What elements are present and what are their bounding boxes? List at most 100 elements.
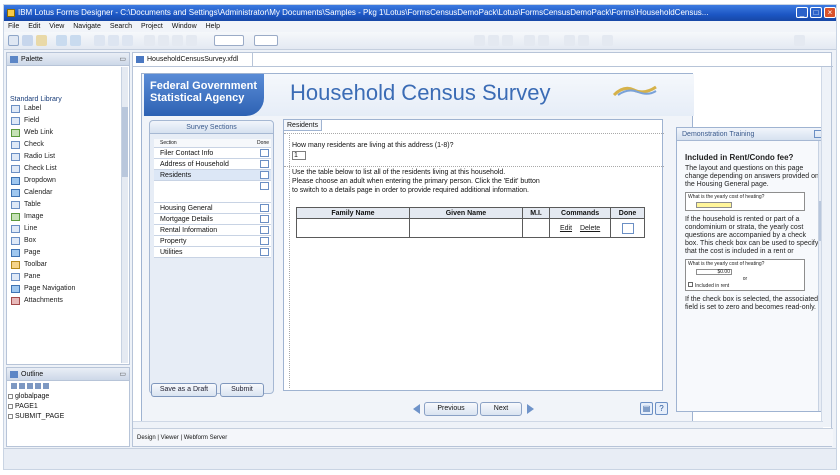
save-as-draft-button[interactable]: Save as a Draft [151, 383, 217, 397]
section-done-checkbox[interactable] [260, 215, 269, 223]
section-placeholder[interactable] [154, 181, 271, 203]
palette-item-attachments[interactable]: Attachments [7, 295, 129, 307]
done-checkbox[interactable] [621, 222, 634, 234]
new-icon[interactable] [8, 35, 19, 46]
palette-item-page[interactable]: Page [7, 247, 129, 259]
palette-item-check[interactable]: Check [7, 139, 129, 151]
submit-button[interactable]: Submit [220, 383, 264, 397]
italic-icon[interactable] [488, 35, 499, 46]
undo-icon[interactable] [56, 35, 67, 46]
menu-view[interactable]: View [49, 23, 64, 30]
redo-icon[interactable] [70, 35, 81, 46]
section-done-checkbox[interactable] [260, 237, 269, 245]
menu-navigate[interactable]: Navigate [73, 23, 101, 30]
palette-item-dropdown[interactable]: Dropdown [7, 175, 129, 187]
previous-arrow-icon[interactable] [410, 403, 422, 415]
palette-item-box[interactable]: Box [7, 235, 129, 247]
menu-file[interactable]: File [8, 23, 19, 30]
menu-edit[interactable]: Edit [28, 23, 40, 30]
section-done-checkbox[interactable] [260, 226, 269, 234]
sync-icon[interactable] [43, 383, 49, 389]
close-button[interactable]: × [824, 7, 836, 18]
next-arrow-icon[interactable] [525, 403, 537, 415]
section-done-checkbox[interactable] [260, 160, 269, 168]
expand-node-icon[interactable] [8, 394, 13, 399]
residents-tab[interactable]: Residents [284, 120, 323, 131]
fill-color-icon[interactable] [578, 35, 589, 46]
editor-horizontal-scrollbar[interactable] [133, 421, 823, 428]
palette-item-check-list[interactable]: Check List [7, 163, 129, 175]
underline-icon[interactable] [502, 35, 513, 46]
editor-vertical-scrollbar[interactable] [821, 67, 831, 427]
section-residents[interactable]: Residents [154, 170, 271, 181]
mi-cell[interactable] [521, 218, 551, 238]
back-icon[interactable] [27, 383, 33, 389]
previous-button[interactable]: Previous [424, 402, 478, 416]
palette-item-image[interactable]: Image [7, 211, 129, 223]
editor-tab[interactable]: HouseholdCensusSurvey.xfdl [133, 53, 253, 66]
text-align-icon[interactable] [524, 35, 535, 46]
grid-icon[interactable] [186, 35, 197, 46]
section-done-checkbox[interactable] [260, 171, 269, 179]
help-button[interactable]: ? [655, 402, 668, 415]
expand-icon[interactable] [19, 383, 25, 389]
align-left-icon[interactable] [144, 35, 155, 46]
forward-icon[interactable] [35, 383, 41, 389]
palette-item-line[interactable]: Line [7, 223, 129, 235]
menu-window[interactable]: Window [172, 23, 197, 30]
section-property[interactable]: Property [154, 236, 271, 247]
indent-icon[interactable] [538, 35, 549, 46]
copy-icon[interactable] [108, 35, 119, 46]
maximize-button[interactable]: □ [810, 7, 822, 18]
border-icon[interactable] [564, 35, 575, 46]
outline-item-submit-page[interactable]: SUBMIT_PAGE [7, 412, 129, 422]
scroll-thumb[interactable] [122, 107, 128, 177]
palette-item-table[interactable]: Table [7, 199, 129, 211]
palette-group-standard-library[interactable]: Standard Library [7, 66, 129, 103]
palette-item-web-link[interactable]: Web Link [7, 127, 129, 139]
palette-item-page-navigation[interactable]: Page Navigation [7, 283, 129, 295]
expand-node-icon[interactable] [8, 414, 13, 419]
section-utilities[interactable]: Utilities [154, 247, 271, 258]
collapse-icon[interactable] [11, 383, 17, 389]
resident-count-field[interactable]: 1 [292, 151, 306, 160]
section-rental-information[interactable]: Rental Information [154, 225, 271, 236]
palette-item-pane[interactable]: Pane [7, 271, 129, 283]
minimize-panel-icon[interactable]: ▭ [119, 368, 126, 381]
given-name-cell[interactable] [408, 218, 523, 238]
menu-help[interactable]: Help [206, 23, 220, 30]
family-name-cell[interactable] [296, 218, 410, 238]
minimize-button[interactable]: _ [796, 7, 808, 18]
next-button[interactable]: Next [480, 402, 522, 416]
palette-item-toolbar[interactable]: Toolbar [7, 259, 129, 271]
palette-item-label[interactable]: Label [7, 103, 129, 115]
section-mortgage-details[interactable]: Mortgage Details [154, 214, 271, 225]
align-right-icon[interactable] [172, 35, 183, 46]
print-icon[interactable] [36, 35, 47, 46]
palette-item-calendar[interactable]: Calendar [7, 187, 129, 199]
section-housing-general[interactable]: Housing General [154, 203, 271, 214]
font-select[interactable] [254, 35, 278, 46]
palette-item-radio-list[interactable]: Radio List [7, 151, 129, 163]
section-done-checkbox[interactable] [260, 182, 269, 190]
paste-icon[interactable] [122, 35, 133, 46]
print-form-icon[interactable]: ▤ [640, 402, 653, 415]
outline-item-page1[interactable]: PAGE1 [7, 402, 129, 412]
section-done-checkbox[interactable] [260, 149, 269, 157]
align-center-icon[interactable] [158, 35, 169, 46]
palette-item-field[interactable]: Field [7, 115, 129, 127]
section-done-checkbox[interactable] [260, 248, 269, 256]
zoom-select[interactable] [214, 35, 244, 46]
section-address-of-household[interactable]: Address of Household [154, 159, 271, 170]
edit-link[interactable]: Edit [560, 225, 572, 232]
menu-search[interactable]: Search [110, 23, 132, 30]
delete-link[interactable]: Delete [580, 225, 600, 232]
menu-project[interactable]: Project [141, 23, 163, 30]
perspective-icon[interactable] [794, 35, 805, 46]
palette-scrollbar[interactable] [121, 67, 128, 363]
font-color-icon[interactable] [602, 35, 613, 46]
outline-item-globalpage[interactable]: globalpage [7, 392, 129, 402]
save-icon[interactable] [22, 35, 33, 46]
expand-node-icon[interactable] [8, 404, 13, 409]
section-done-checkbox[interactable] [260, 204, 269, 212]
